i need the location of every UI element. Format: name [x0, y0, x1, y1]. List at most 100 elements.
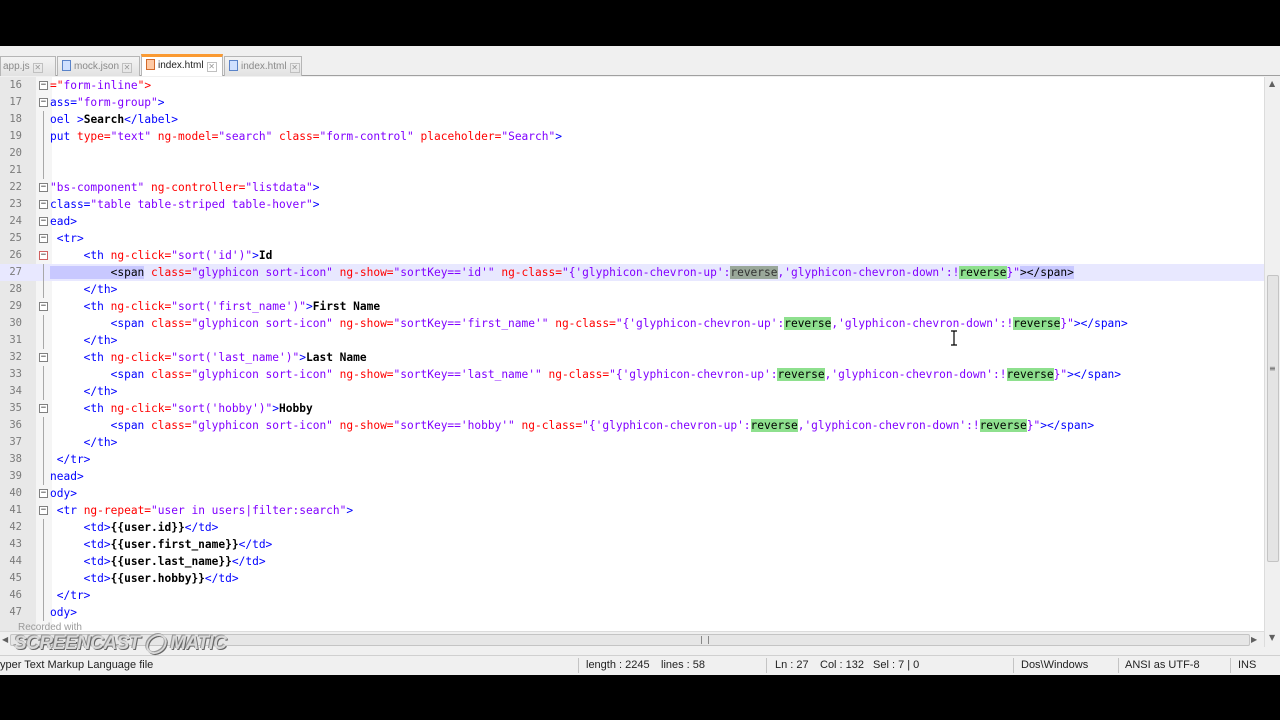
code-text: ody> [50, 604, 77, 621]
code-text: "bs-component" ng-controller="listdata"> [50, 179, 319, 196]
code-text: class="table table-striped table-hover"> [50, 196, 319, 213]
code-text: ="form-inline"> [50, 77, 151, 94]
tab-bar: app.js ✕ mock.json ✕ index.html ✕ index.htm… [0, 54, 1280, 76]
code-line[interactable]: 24 − ead> [0, 213, 1264, 230]
code-token: reverse [777, 368, 825, 381]
code-line[interactable]: 28 </th> [0, 281, 1264, 298]
code-line[interactable]: 27 <span class="glyphicon sort-icon" ng-… [0, 264, 1264, 281]
code-line[interactable]: 23 − class="table table-striped table-hove… [0, 196, 1264, 213]
fold-toggle-icon[interactable]: − [39, 353, 48, 362]
code-text: </th> [50, 332, 118, 349]
code-line[interactable]: 17 − ass="form-group"> [0, 94, 1264, 111]
fold-toggle-icon[interactable]: − [39, 234, 48, 243]
fold-guide [43, 434, 44, 451]
code-token: ></span> [1067, 368, 1122, 381]
code-line[interactable]: 18 oel >Search</label> [0, 111, 1264, 128]
fold-toggle-icon[interactable]: − [39, 81, 48, 90]
code-line[interactable]: 39 nead> [0, 468, 1264, 485]
line-number: 17 [9, 96, 22, 108]
code-line[interactable]: 16 − ="form-inline"> [0, 77, 1264, 94]
scroll-right-icon[interactable]: ▶ [1251, 635, 1257, 644]
code-line[interactable]: 38 </tr> [0, 451, 1264, 468]
tab-index-html-active[interactable]: index.html ✕ [141, 54, 223, 76]
line-number: 20 [9, 147, 22, 159]
code-line[interactable]: 30 <span class="glyphicon sort-icon" ng-… [0, 315, 1264, 332]
vertical-scroll-thumb[interactable] [1267, 275, 1279, 562]
code-line[interactable]: 22 − "bs-component" ng-controller="listdat… [0, 179, 1264, 196]
code-text: put type="text" ng-model="search" class=… [50, 128, 562, 145]
fold-toggle-icon[interactable]: − [39, 251, 48, 260]
fold-toggle-icon[interactable]: − [39, 200, 48, 209]
fold-toggle-icon[interactable]: − [39, 404, 48, 413]
code-token: ng-show= [339, 317, 394, 330]
fold-guide [43, 570, 44, 587]
scroll-up-icon[interactable]: ▲ [1269, 79, 1275, 88]
close-icon[interactable]: ✕ [122, 63, 133, 73]
line-number: 23 [9, 198, 22, 210]
fold-toggle-icon[interactable]: − [39, 183, 48, 192]
line-number: 21 [9, 164, 22, 176]
close-icon[interactable]: ✕ [32, 63, 43, 73]
fold-toggle-icon[interactable]: − [39, 98, 48, 107]
code-line[interactable]: 21 [0, 162, 1264, 179]
code-line[interactable]: 35 − <th ng-click="sort('hobby')">Hobby [0, 400, 1264, 417]
code-line[interactable]: 42 <td>{{user.id}}</td> [0, 519, 1264, 536]
code-line[interactable]: 32 − <th ng-click="sort('last_name')">Las… [0, 349, 1264, 366]
code-line[interactable]: 46 </tr> [0, 587, 1264, 604]
code-token: > [305, 300, 313, 313]
fold-toggle-icon[interactable]: − [39, 506, 48, 515]
code-line[interactable]: 40 − ody> [0, 485, 1264, 502]
code-token: reverse [1013, 317, 1061, 330]
code-line[interactable]: 25 − <tr> [0, 230, 1264, 247]
code-token: <th [50, 351, 111, 364]
file-icon [229, 60, 238, 71]
code-line[interactable]: 36 <span class="glyphicon sort-icon" ng-… [0, 417, 1264, 434]
code-line[interactable]: 45 <td>{{user.hobby}}</td> [0, 570, 1264, 587]
code-line[interactable]: 44 <td>{{user.last_name}}</td> [0, 553, 1264, 570]
fold-toggle-icon[interactable]: − [39, 302, 48, 311]
code-line[interactable]: 47 ody> [0, 604, 1264, 621]
tab-app-js[interactable]: app.js ✕ [0, 56, 56, 76]
status-insert-mode: INS [1238, 659, 1257, 671]
code-line[interactable]: 41 − <tr ng-repeat="user in users|filter:… [0, 502, 1264, 519]
code-line[interactable]: 31 </th> [0, 332, 1264, 349]
vertical-scrollbar[interactable]: ▲ ≡ ▼ [1264, 77, 1280, 647]
fold-guide [43, 281, 44, 298]
fold-guide [43, 264, 44, 281]
code-token: placeholder= [420, 130, 502, 143]
code-token: <span [50, 419, 152, 432]
code-token: ></span> [1020, 266, 1074, 279]
line-number: 45 [9, 572, 22, 584]
code-line[interactable]: 34 </th> [0, 383, 1264, 400]
code-token: ng-click= [110, 402, 172, 415]
code-text: </tr> [50, 451, 91, 468]
code-line[interactable]: 26 − <th ng-click="sort('id')">Id [0, 247, 1264, 264]
code-line[interactable]: 33 <span class="glyphicon sort-icon" ng-… [0, 366, 1264, 383]
fold-toggle-icon[interactable]: − [39, 217, 48, 226]
code-line[interactable]: 20 [0, 145, 1264, 162]
code-text: <td>{{user.id}}</td> [50, 519, 219, 536]
close-icon[interactable]: ✕ [289, 63, 300, 73]
code-token: ead> [50, 215, 77, 228]
tab-index-html[interactable]: index.html ✕ [224, 56, 302, 76]
scroll-left-icon[interactable]: ◀ [2, 635, 8, 644]
code-token: > [252, 249, 259, 262]
code-line[interactable]: 37 </th> [0, 434, 1264, 451]
close-icon[interactable]: ✕ [206, 62, 217, 72]
code-line[interactable]: 43 <td>{{user.first_name}}</td> [0, 536, 1264, 553]
status-divider [578, 658, 579, 673]
code-token: "form-control" [319, 130, 421, 143]
fold-toggle-icon[interactable]: − [39, 489, 48, 498]
fold-guide [43, 519, 44, 536]
scroll-down-icon[interactable]: ▼ [1269, 633, 1275, 642]
code-line[interactable]: 19 put type="text" ng-model="search" clas… [0, 128, 1264, 145]
tab-mock-json[interactable]: mock.json ✕ [57, 56, 140, 76]
code-token: <span [50, 266, 145, 279]
code-line[interactable]: 29 − <th ng-click="sort('first_name')">Fi… [0, 298, 1264, 315]
tab-label: index.html [241, 61, 287, 72]
code-editor[interactable]: 16− ="form-inline"> 17− ass="form-group"> 18… [0, 77, 1264, 631]
code-text: <th ng-click="sort('id')">Id [50, 247, 273, 264]
code-text: </tr> [50, 587, 91, 604]
code-text: </th> [50, 434, 118, 451]
code-token: <td> [50, 538, 111, 551]
